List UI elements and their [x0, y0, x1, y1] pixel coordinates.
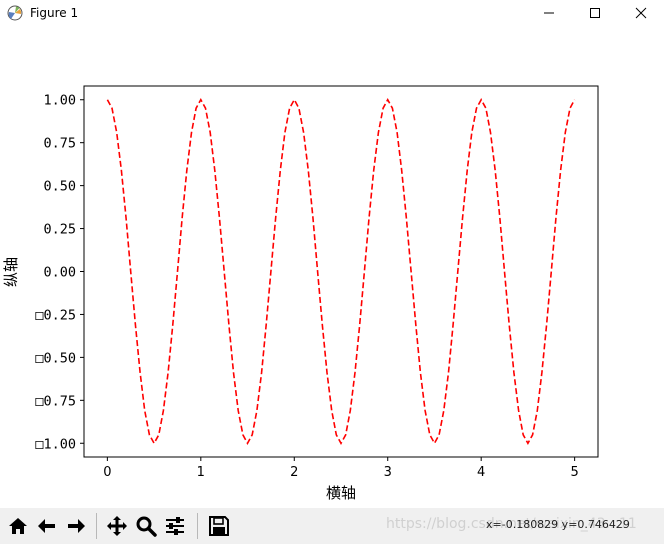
floppy-disk-icon — [209, 516, 229, 536]
pan-button[interactable] — [104, 513, 130, 539]
x-axis-ticks: 0 1 2 3 4 5 — [103, 457, 579, 480]
y-tick-label: 0.50 — [43, 179, 76, 195]
x-tick-label: 4 — [477, 465, 485, 480]
toolbar-separator — [96, 513, 97, 539]
magnifier-icon — [136, 516, 157, 537]
home-button[interactable] — [5, 513, 31, 539]
y-tick-label: □0.75 — [35, 393, 76, 409]
maximize-button[interactable] — [572, 0, 618, 26]
arrow-left-icon — [38, 519, 55, 533]
x-tick-label: 1 — [197, 465, 205, 480]
navigation-toolbar: https://blog.csdn.net/weixin_43...11 x=-… — [0, 508, 664, 544]
figure-canvas[interactable]: 0 1 2 3 4 5 1.00 0.75 0.50 0.25 0.00 □0.25 □0.50 □0.… — [0, 26, 664, 508]
window-titlebar: Figure 1 — [0, 0, 664, 26]
y-tick-label: 0.75 — [43, 136, 76, 152]
sliders-icon — [166, 517, 184, 535]
close-button[interactable] — [618, 0, 664, 26]
forward-button[interactable] — [63, 513, 89, 539]
maximize-icon — [590, 8, 600, 18]
arrow-right-icon — [68, 519, 85, 533]
y-tick-label: 0.25 — [43, 222, 76, 238]
x-tick-label: 0 — [103, 465, 111, 480]
y-tick-label: 0.00 — [43, 265, 76, 281]
move-icon — [107, 516, 127, 536]
x-tick-label: 3 — [384, 465, 392, 480]
close-icon — [635, 7, 647, 19]
matplotlib-app-icon — [7, 5, 23, 21]
minimize-icon — [544, 12, 554, 14]
y-tick-label: 1.00 — [43, 93, 76, 109]
minimize-button[interactable] — [526, 0, 572, 26]
x-tick-label: 5 — [570, 465, 578, 480]
home-icon — [9, 518, 27, 534]
x-axis-label: 横轴 — [326, 484, 356, 502]
y-axis-label: 纵轴 — [2, 257, 20, 287]
y-tick-label: □1.00 — [35, 436, 76, 452]
configure-subplots-button[interactable] — [162, 513, 188, 539]
back-button[interactable] — [34, 513, 60, 539]
zoom-button[interactable] — [133, 513, 159, 539]
y-tick-label: □0.25 — [35, 307, 76, 323]
y-tick-label: □0.50 — [35, 350, 76, 366]
cursor-coordinates: x=-0.180829 y=0.746429 — [486, 518, 630, 531]
chart: 0 1 2 3 4 5 1.00 0.75 0.50 0.25 0.00 □0.25 □0.50 □0.… — [2, 85, 599, 502]
y-axis-ticks: 1.00 0.75 0.50 0.25 0.00 □0.25 □0.50 □0.75 □1.00 — [35, 93, 84, 452]
save-button[interactable] — [206, 513, 232, 539]
x-tick-label: 2 — [290, 465, 298, 480]
toolbar-separator — [197, 513, 198, 539]
plot-area — [83, 85, 599, 458]
window-title: Figure 1 — [30, 6, 79, 20]
